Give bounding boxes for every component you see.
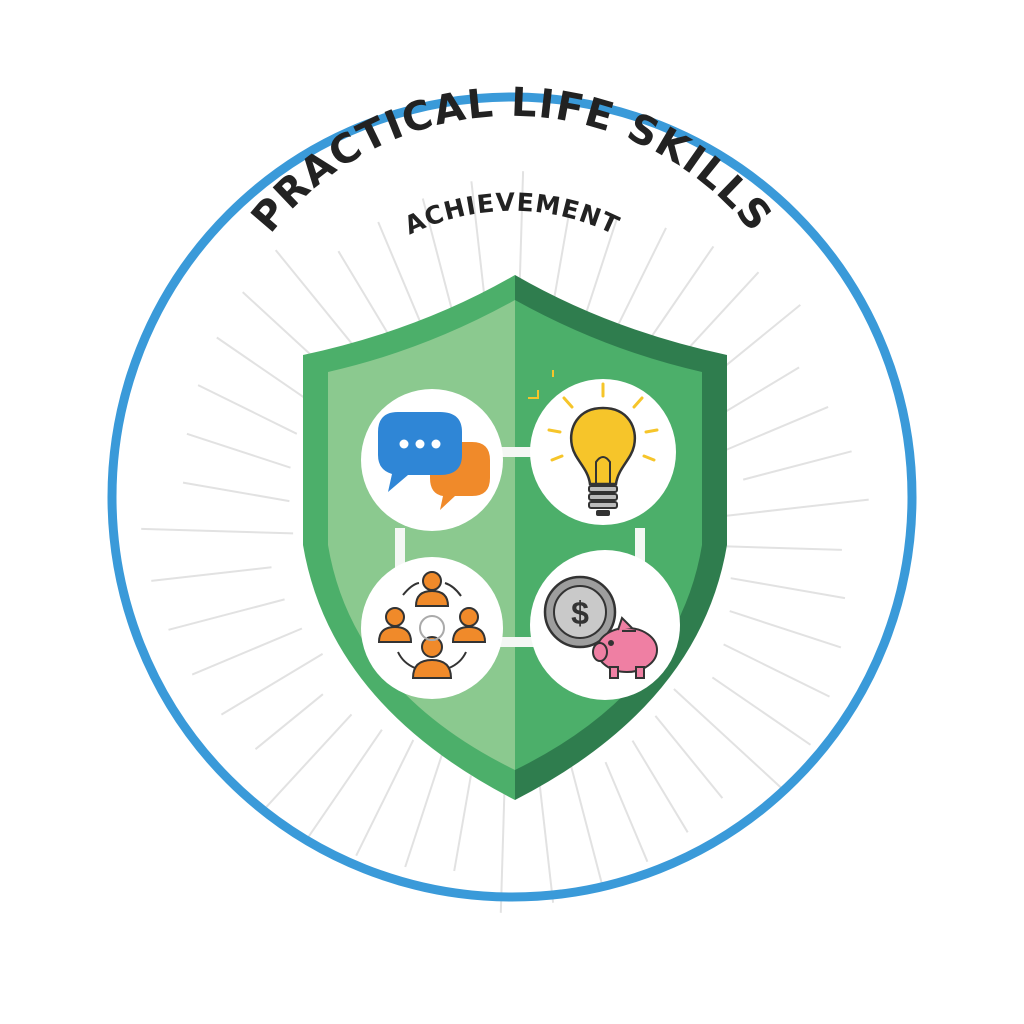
coin-symbol: $	[571, 595, 589, 631]
ray-line	[254, 693, 324, 750]
ray-line	[168, 598, 285, 631]
ray-line	[729, 610, 842, 649]
ray-line	[631, 740, 689, 833]
ray-line	[604, 761, 649, 863]
ray-line	[730, 577, 846, 600]
icon-circle-communication	[361, 389, 503, 531]
ray-line	[726, 498, 869, 517]
ray-line	[355, 739, 415, 857]
ray-line	[404, 744, 446, 868]
ray-line	[673, 688, 785, 792]
badge-subtitle: ACHIEVEMENT	[400, 188, 624, 241]
ray-line	[566, 750, 604, 886]
ray-line	[182, 481, 290, 503]
ray-line	[220, 653, 324, 716]
ray-line	[726, 545, 842, 551]
ray-line	[197, 384, 298, 435]
ray-line	[611, 227, 667, 337]
ray-line	[186, 432, 291, 469]
shield-inner-left	[328, 300, 515, 770]
badge-subtitle-text: ACHIEVEMENT	[400, 188, 623, 241]
ray-line	[307, 729, 383, 838]
ray-line	[552, 212, 571, 301]
ray-line	[337, 250, 391, 337]
icon-circle-finance: $	[530, 550, 680, 700]
ray-line	[191, 627, 303, 676]
ray-line	[725, 405, 829, 451]
badge-graphic: PRACTICAL LIFE SKILLS ACHIEVEMENT $	[107, 80, 917, 913]
icon-circle-teamwork	[361, 557, 503, 699]
ray-line	[262, 713, 353, 812]
badge-title-text: PRACTICAL LIFE SKILLS	[243, 80, 780, 241]
ray-line	[453, 775, 472, 872]
badge-title: PRACTICAL LIFE SKILLS	[243, 80, 781, 241]
ray-line	[151, 566, 272, 582]
ray-line	[654, 715, 724, 799]
achievement-badge: PRACTICAL LIFE SKILLS ACHIEVEMENT $	[0, 0, 1024, 1024]
ray-line	[141, 527, 294, 535]
ray-line	[723, 643, 830, 698]
shield	[303, 275, 727, 800]
ray-line	[711, 676, 812, 746]
ray-line	[742, 450, 852, 481]
